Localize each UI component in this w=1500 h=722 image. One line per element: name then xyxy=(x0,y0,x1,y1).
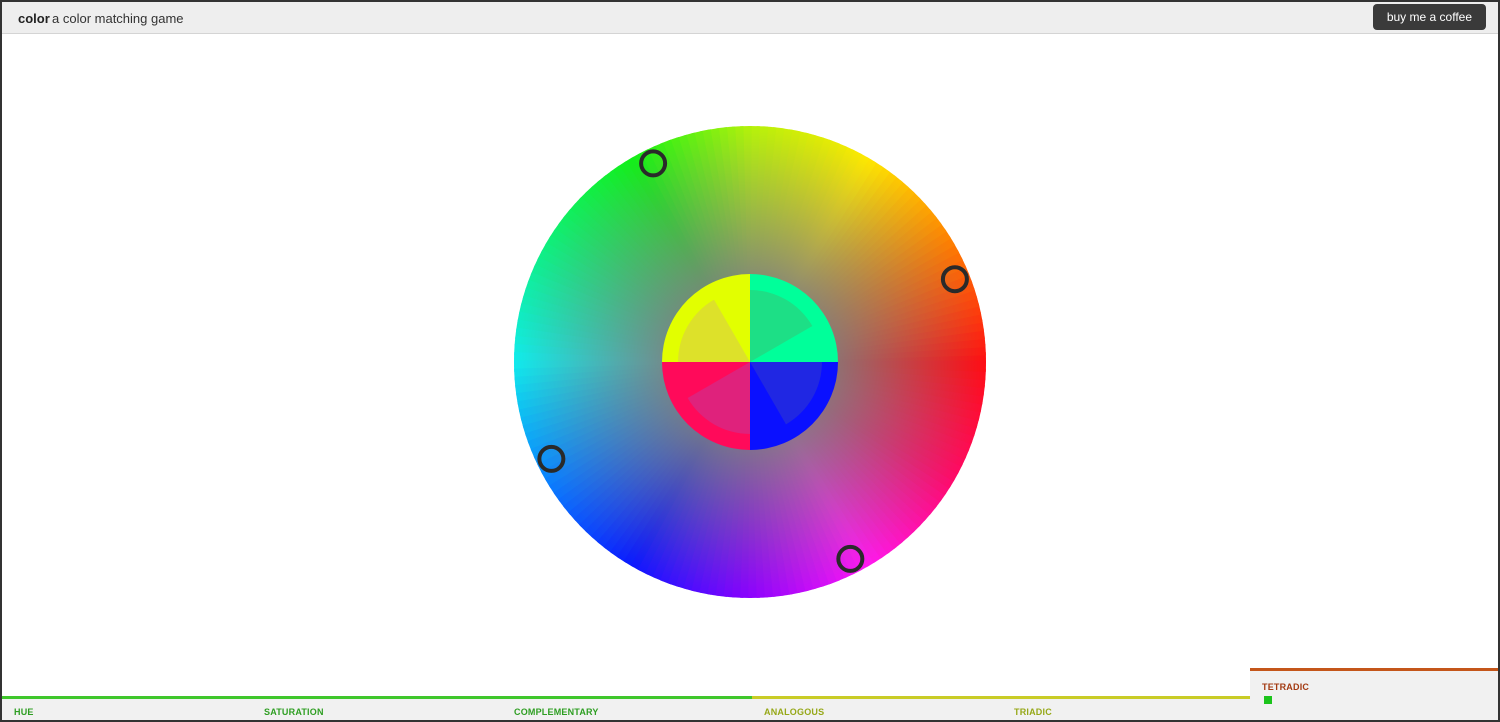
color-wheel[interactable] xyxy=(2,34,1498,668)
level-label: COMPLEMENTARY xyxy=(514,707,599,717)
level-label: TRIADIC xyxy=(1014,707,1052,717)
game-board xyxy=(2,34,1498,668)
tagline: a color matching game xyxy=(52,11,184,26)
top-bar: color a color matching game buy me a cof… xyxy=(2,2,1498,34)
level-tetradic[interactable]: TETRADIC xyxy=(1250,668,1498,720)
level-triadic[interactable]: TRIADIC xyxy=(1002,696,1250,720)
brand-name: color xyxy=(18,11,50,26)
level-label: ANALOGOUS xyxy=(764,707,825,717)
level-complementary[interactable]: COMPLEMENTARY xyxy=(502,696,752,720)
level-analogous[interactable]: ANALOGOUS xyxy=(752,696,1002,720)
game-frame: color a color matching game buy me a cof… xyxy=(0,0,1500,722)
target-color-disc xyxy=(662,274,838,450)
level-hue[interactable]: HUE xyxy=(2,696,252,720)
buy-coffee-button[interactable]: buy me a coffee xyxy=(1372,4,1486,30)
level-label: SATURATION xyxy=(264,707,324,717)
level-saturation[interactable]: SATURATION xyxy=(252,696,502,720)
level-label: HUE xyxy=(14,707,34,717)
level-label: TETRADIC xyxy=(1262,682,1310,692)
level-progress-bar: HUE SATURATION COMPLEMENTARY ANALOGOUS T… xyxy=(2,668,1498,720)
level-progress-marker xyxy=(1264,696,1272,704)
